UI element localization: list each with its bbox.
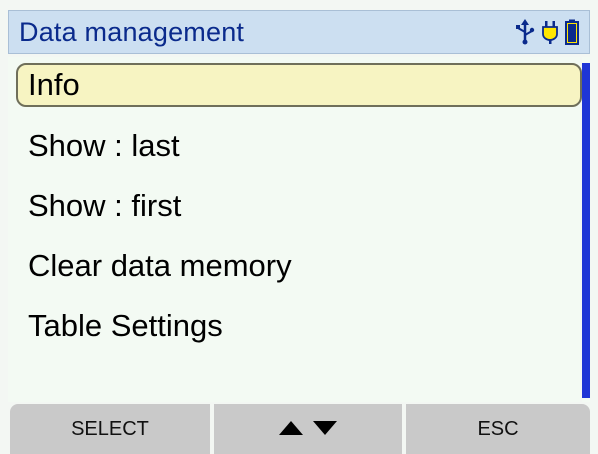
menu-item-label: Table Settings [28, 308, 223, 343]
menu-list: Info Show : last Show : first Clear data… [8, 57, 582, 402]
esc-softkey-label: ESC [477, 417, 519, 440]
select-softkey[interactable]: SELECT [10, 404, 210, 454]
navigate-softkey[interactable] [214, 404, 402, 454]
menu-item-label: Show : last [28, 128, 180, 163]
device-screen: Data management Info Show: last Show: … [0, 0, 598, 454]
title-bar: Data management [8, 10, 590, 54]
menu-item-table-settings[interactable]: Table Settings [16, 304, 582, 348]
up-arrow-icon [279, 418, 303, 441]
menu-item-label: Clear data memory [28, 248, 292, 283]
menu-item-info[interactable]: Info [16, 63, 582, 107]
menu-item-label: Show : first [28, 188, 182, 223]
down-arrow-icon [313, 418, 337, 441]
status-icons [515, 19, 589, 45]
scrollbar[interactable] [582, 57, 590, 402]
softkey-bar: SELECT ESC [0, 404, 598, 454]
battery-icon [565, 19, 579, 45]
power-plug-icon [541, 19, 559, 45]
menu-item-label: Info [28, 67, 80, 102]
usb-icon [515, 19, 535, 45]
menu-item-show-first[interactable]: Show : first [16, 184, 582, 228]
select-softkey-label: SELECT [71, 417, 149, 440]
esc-softkey[interactable]: ESC [406, 404, 590, 454]
menu-item-show-last[interactable]: Show : last [16, 124, 582, 168]
scrollbar-thumb[interactable] [582, 63, 590, 398]
page-title: Data management [19, 16, 245, 47]
menu-item-clear-data-memory[interactable]: Clear data memory [16, 244, 582, 288]
